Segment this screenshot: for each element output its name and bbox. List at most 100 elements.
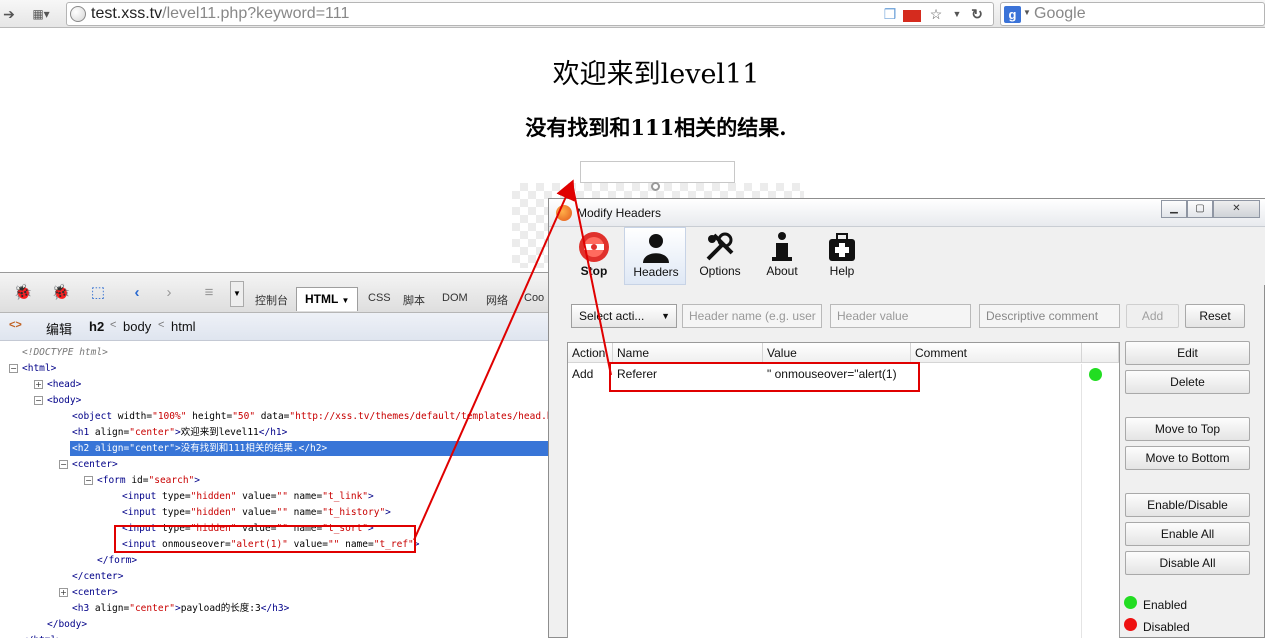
move-to-bottom-button[interactable]: Move to Bottom bbox=[1125, 446, 1250, 470]
tab-net[interactable]: 网络 bbox=[486, 292, 508, 308]
search-bar[interactable]: g ▼ Google bbox=[1000, 2, 1265, 26]
column-header-comment[interactable]: Comment bbox=[911, 343, 1082, 363]
expand-twisty-icon[interactable]: + bbox=[59, 588, 68, 597]
list-menu-icon[interactable]: ≡ bbox=[198, 283, 220, 303]
tab-script[interactable]: 脚本 bbox=[403, 292, 425, 308]
options-tab[interactable]: Options bbox=[689, 227, 751, 285]
panel-menu-dropdown-icon[interactable]: ▼ bbox=[230, 281, 244, 307]
tree-node[interactable]: </body> bbox=[45, 617, 87, 632]
edit-button[interactable]: Edit bbox=[1125, 341, 1250, 365]
collapse-twisty-icon[interactable]: − bbox=[34, 396, 43, 405]
bookmark-star-icon[interactable]: ☆ bbox=[928, 6, 944, 22]
move-to-top-button[interactable]: Move to Top bbox=[1125, 417, 1250, 441]
tab-html[interactable]: HTML ▼ bbox=[296, 287, 358, 311]
firefox-icon bbox=[556, 205, 572, 221]
val-text: "http://xss.tv/themes/default/templates/… bbox=[289, 411, 564, 422]
t-ref-input[interactable] bbox=[580, 161, 735, 183]
enable-disable-button[interactable]: Enable/Disable bbox=[1125, 493, 1250, 517]
help-tab[interactable]: Help bbox=[811, 227, 873, 285]
address-bar[interactable]: test.xss.tv/level11.php?keyword=111 ❒ ☆ … bbox=[66, 2, 994, 26]
enabled-status-icon bbox=[1089, 368, 1102, 381]
attr-text: align= bbox=[94, 443, 130, 454]
tree-node[interactable]: <form id="search"> bbox=[95, 473, 200, 488]
tree-node[interactable]: </center> bbox=[70, 569, 123, 584]
collapse-twisty-icon[interactable]: − bbox=[9, 364, 18, 373]
engine-dropdown-icon[interactable]: ▼ bbox=[1023, 8, 1031, 17]
about-icon bbox=[772, 232, 792, 261]
tree-node[interactable]: </html> bbox=[20, 633, 62, 638]
inspect-element-icon[interactable]: ⬚ bbox=[87, 283, 109, 303]
tree-node[interactable]: <h2 align="center">没有找到和111相关的结果.</h2> bbox=[70, 441, 550, 456]
collapse-twisty-icon[interactable]: − bbox=[59, 460, 68, 469]
headers-tab[interactable]: Headers bbox=[624, 227, 686, 285]
column-header-action[interactable]: Action bbox=[568, 343, 613, 363]
tag-text: <center> bbox=[72, 587, 118, 598]
tab-console[interactable]: 控制台 bbox=[255, 292, 288, 308]
tab-cookies[interactable]: Coo bbox=[524, 292, 544, 304]
dropdown-arrow-icon[interactable]: ▼ bbox=[949, 6, 965, 22]
delete-button[interactable]: Delete bbox=[1125, 370, 1250, 394]
addon-cube-icon[interactable]: ❒ bbox=[882, 6, 898, 22]
tag-text: <input bbox=[122, 491, 163, 502]
column-header-value[interactable]: Value bbox=[763, 343, 911, 363]
tag-text: <body> bbox=[47, 395, 82, 406]
enable-all-button[interactable]: Enable All bbox=[1125, 522, 1250, 546]
comment-field[interactable]: Descriptive comment bbox=[979, 304, 1120, 328]
attr-text: name= bbox=[287, 507, 323, 518]
html-tree: <!DOCTYPE html> − <html> + <head> − <body> <obj… bbox=[0, 343, 564, 638]
reload-icon[interactable]: ↻ bbox=[969, 6, 985, 22]
collapse-twisty-icon[interactable]: − bbox=[84, 476, 93, 485]
stop-button[interactable]: Stop bbox=[563, 227, 625, 285]
crumb-separator: < bbox=[110, 319, 117, 331]
add-button[interactable]: Add bbox=[1126, 304, 1179, 328]
column-header-status bbox=[1082, 343, 1119, 363]
minimize-icon[interactable]: ▁ bbox=[1161, 200, 1187, 218]
firebug-bug-icon[interactable]: 🐞 bbox=[12, 283, 34, 303]
annotation-box-input bbox=[114, 525, 416, 553]
column-header-name[interactable]: Name bbox=[613, 343, 763, 363]
page-heading: 欢迎来到level11 bbox=[552, 59, 760, 90]
close-icon[interactable]: ✕ bbox=[1213, 200, 1260, 218]
expand-twisty-icon[interactable]: + bbox=[34, 380, 43, 389]
header-value-field[interactable]: Header value bbox=[830, 304, 971, 328]
edit-button[interactable]: 编辑 bbox=[46, 319, 72, 338]
action-select[interactable]: Select acti... ▼ bbox=[571, 304, 677, 328]
tag-text: </form> bbox=[97, 555, 138, 566]
tree-node[interactable]: </form> bbox=[95, 553, 137, 568]
tree-node[interactable]: <body> bbox=[45, 393, 81, 408]
tree-node[interactable]: <head> bbox=[45, 377, 81, 392]
back-arrow-icon[interactable]: ‹ bbox=[126, 283, 148, 303]
tree-node[interactable]: <h1 align="center">欢迎来到level11</h1> bbox=[70, 425, 287, 440]
forward-arrow-icon[interactable]: ➔ bbox=[2, 4, 16, 24]
code-view-icon[interactable]: <> bbox=[9, 319, 22, 331]
tree-node[interactable]: <center> bbox=[70, 457, 118, 472]
crumb-html[interactable]: html bbox=[171, 319, 196, 334]
options-label: Options bbox=[699, 264, 741, 278]
tree-node[interactable]: <object width="100%" height="50" data="h… bbox=[70, 409, 564, 424]
tree-node[interactable]: <input type="hidden" value="" name="t_li… bbox=[120, 489, 374, 504]
tree-node[interactable]: <!DOCTYPE html> bbox=[20, 345, 108, 360]
header-name-field[interactable]: Header name (e.g. user bbox=[682, 304, 822, 328]
tab-dom[interactable]: DOM bbox=[442, 292, 468, 304]
google-search-engine-icon[interactable]: g bbox=[1004, 6, 1021, 23]
disabled-legend-icon bbox=[1124, 618, 1137, 631]
maximize-icon[interactable]: ▢ bbox=[1187, 200, 1213, 218]
crumb-h2[interactable]: h2 bbox=[89, 319, 104, 334]
val-text: "t_history" bbox=[322, 507, 386, 518]
attr-text: name= bbox=[287, 491, 323, 502]
txt-text: payload的长度:3 bbox=[180, 603, 261, 614]
tree-node[interactable]: <center> bbox=[70, 585, 118, 600]
about-label: About bbox=[766, 264, 798, 278]
reset-button[interactable]: Reset bbox=[1185, 304, 1245, 328]
inspect-bug-icon[interactable]: 🐞 bbox=[50, 283, 72, 303]
about-tab[interactable]: About bbox=[751, 227, 813, 285]
disable-all-button[interactable]: Disable All bbox=[1125, 551, 1250, 575]
tree-node[interactable]: <input type="hidden" value="" name="t_hi… bbox=[120, 505, 391, 520]
apps-grid-icon[interactable]: ▦▾ bbox=[26, 4, 56, 24]
header-toolbar: Stop Headers Options About Help bbox=[549, 227, 1265, 285]
crumb-body[interactable]: body bbox=[123, 319, 151, 334]
tree-node[interactable]: <h3 align="center">payload的长度:3</h3> bbox=[70, 601, 289, 616]
tab-css[interactable]: CSS bbox=[368, 292, 391, 304]
forward-chevron-icon[interactable]: › bbox=[158, 283, 180, 303]
tree-node[interactable]: <html> bbox=[20, 361, 56, 376]
